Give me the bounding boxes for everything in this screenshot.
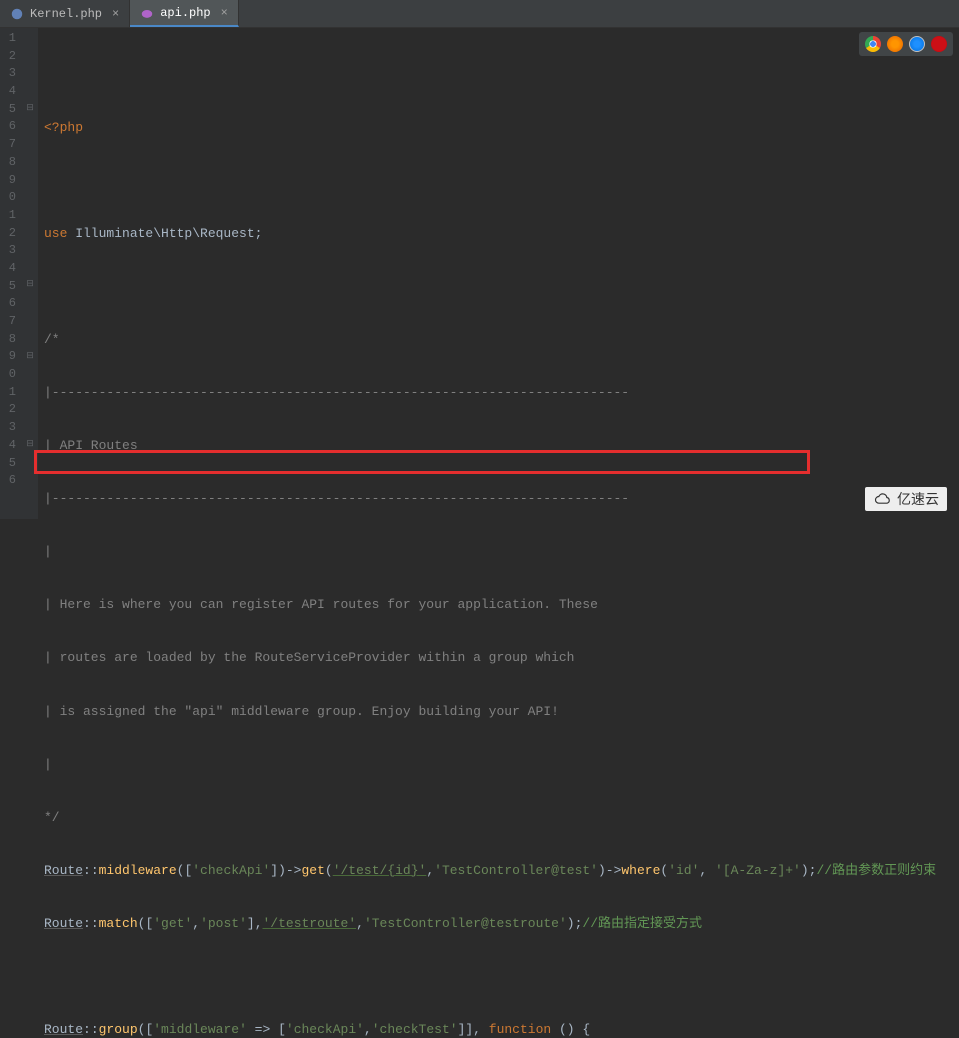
watermark-text: 亿速云 [897,489,939,509]
code-line [44,172,959,190]
editor-tabs: Kernel.php × api.php × [0,0,959,28]
line-number: 1 [4,384,16,402]
watermark-badge: 亿速云 [865,487,947,511]
line-number: 5 [4,101,16,119]
line-number: 6 [4,118,16,136]
code-line: Route::match(['get','post'],'/testroute'… [44,915,959,933]
code-line [44,278,959,296]
tab-kernel[interactable]: Kernel.php × [0,0,130,27]
line-number: 8 [4,331,16,349]
tab-label: api.php [160,6,210,20]
line-number: 4 [4,260,16,278]
code-editor[interactable]: 1 2 3 4 5 6 7 8 9 0 1 2 3 4 5 6 7 8 9 0 … [0,28,959,519]
code-line: | Here is where you can register API rou… [44,596,959,614]
php-elephant-icon [140,6,154,20]
code-line: /* [44,331,959,349]
line-number: 1 [4,207,16,225]
code-line: | [44,756,959,774]
cloud-icon [873,492,893,506]
line-number: 3 [4,65,16,83]
code-line: use Illuminate\Http\Request; [44,225,959,243]
line-number: 7 [4,136,16,154]
code-line: */ [44,809,959,827]
line-number: 3 [4,419,16,437]
close-icon[interactable]: × [221,6,228,20]
tab-api[interactable]: api.php × [130,0,239,27]
code-line [44,968,959,986]
php-icon [10,7,24,21]
line-number: 2 [4,225,16,243]
line-number: 2 [4,401,16,419]
line-number: 9 [4,348,16,366]
close-icon[interactable]: × [112,7,119,21]
code-line: |---------------------------------------… [44,384,959,402]
code-line: | routes are loaded by the RouteServiceP… [44,649,959,667]
code-area[interactable]: <?php use Illuminate\Http\Request; /* |-… [38,28,959,519]
line-number: 5 [4,278,16,296]
chrome-icon[interactable] [865,36,881,52]
line-number: 7 [4,313,16,331]
line-number: 3 [4,242,16,260]
line-number: 2 [4,48,16,66]
fold-icon[interactable]: ⊟ [25,100,35,118]
fold-icon[interactable]: ⊟ [25,348,35,366]
fold-icon[interactable]: ⊟ [25,436,35,454]
code-line: <?php [44,119,959,137]
code-line: | [44,543,959,561]
browser-toolbar [859,32,953,56]
line-number: 0 [4,366,16,384]
line-number: 0 [4,189,16,207]
tab-label: Kernel.php [30,7,102,21]
fold-gutter: ⊟ ⊟ ⊟ ⊟ [24,28,38,519]
code-line: | is assigned the "api" middleware group… [44,703,959,721]
line-number: 9 [4,172,16,190]
line-number: 6 [4,295,16,313]
code-line: Route::group(['middleware' => ['checkApi… [44,1021,959,1038]
line-number: 4 [4,437,16,455]
opera-icon[interactable] [931,36,947,52]
code-line: | API Routes [44,437,959,455]
line-number: 1 [4,30,16,48]
line-number: 5 [4,455,16,473]
firefox-icon[interactable] [887,36,903,52]
line-number: 8 [4,154,16,172]
safari-icon[interactable] [909,36,925,52]
fold-icon[interactable]: ⊟ [25,276,35,294]
line-number: 6 [4,472,16,490]
code-line: Route::middleware(['checkApi'])->get('/t… [44,862,959,880]
code-line: |---------------------------------------… [44,490,959,508]
line-numbers: 1 2 3 4 5 6 7 8 9 0 1 2 3 4 5 6 7 8 9 0 … [0,28,24,519]
line-number: 4 [4,83,16,101]
